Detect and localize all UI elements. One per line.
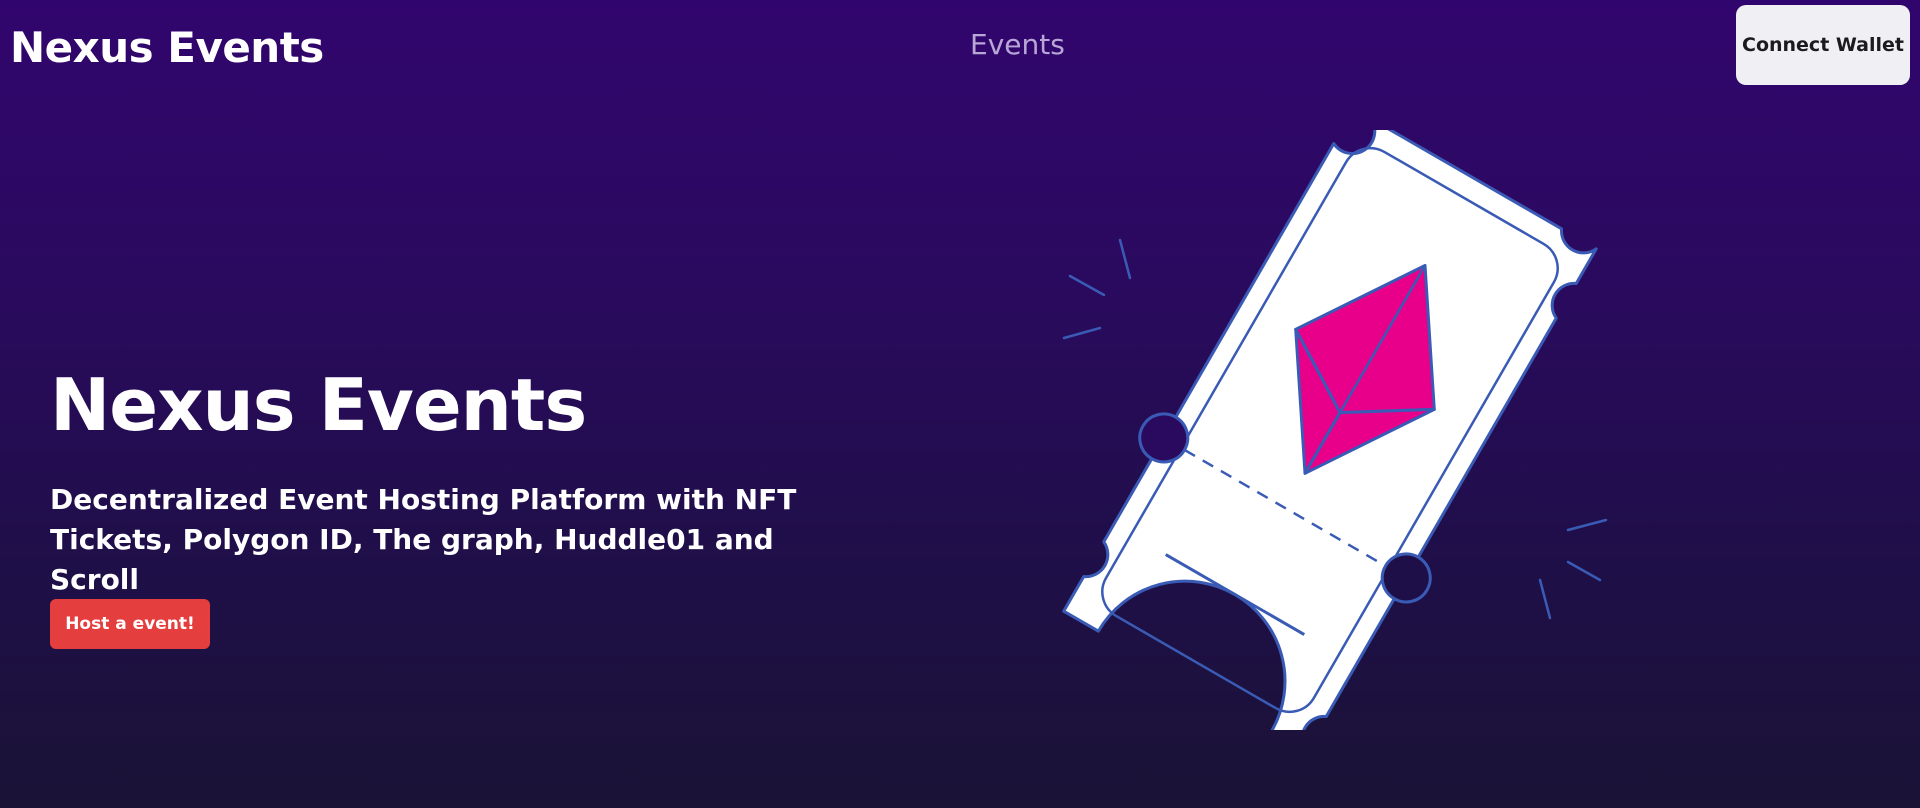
hero-title: Nexus Events bbox=[50, 363, 587, 447]
hero-subtitle: Decentralized Event Hosting Platform wit… bbox=[50, 483, 797, 596]
connect-wallet-button[interactable]: Connect Wallet bbox=[1736, 5, 1910, 85]
ticket-body bbox=[1062, 117, 1598, 753]
sparkle-lines-top bbox=[1062, 238, 1132, 340]
ticket-illustration bbox=[1060, 117, 1620, 753]
nav-link-events[interactable]: Events bbox=[970, 26, 1065, 64]
nft-ticket-icon bbox=[1062, 117, 1608, 753]
host-event-button[interactable]: Host a event! bbox=[50, 599, 210, 649]
sparkle-lines-bottom bbox=[1538, 518, 1608, 620]
brand-logo[interactable]: Nexus Events bbox=[10, 20, 324, 76]
